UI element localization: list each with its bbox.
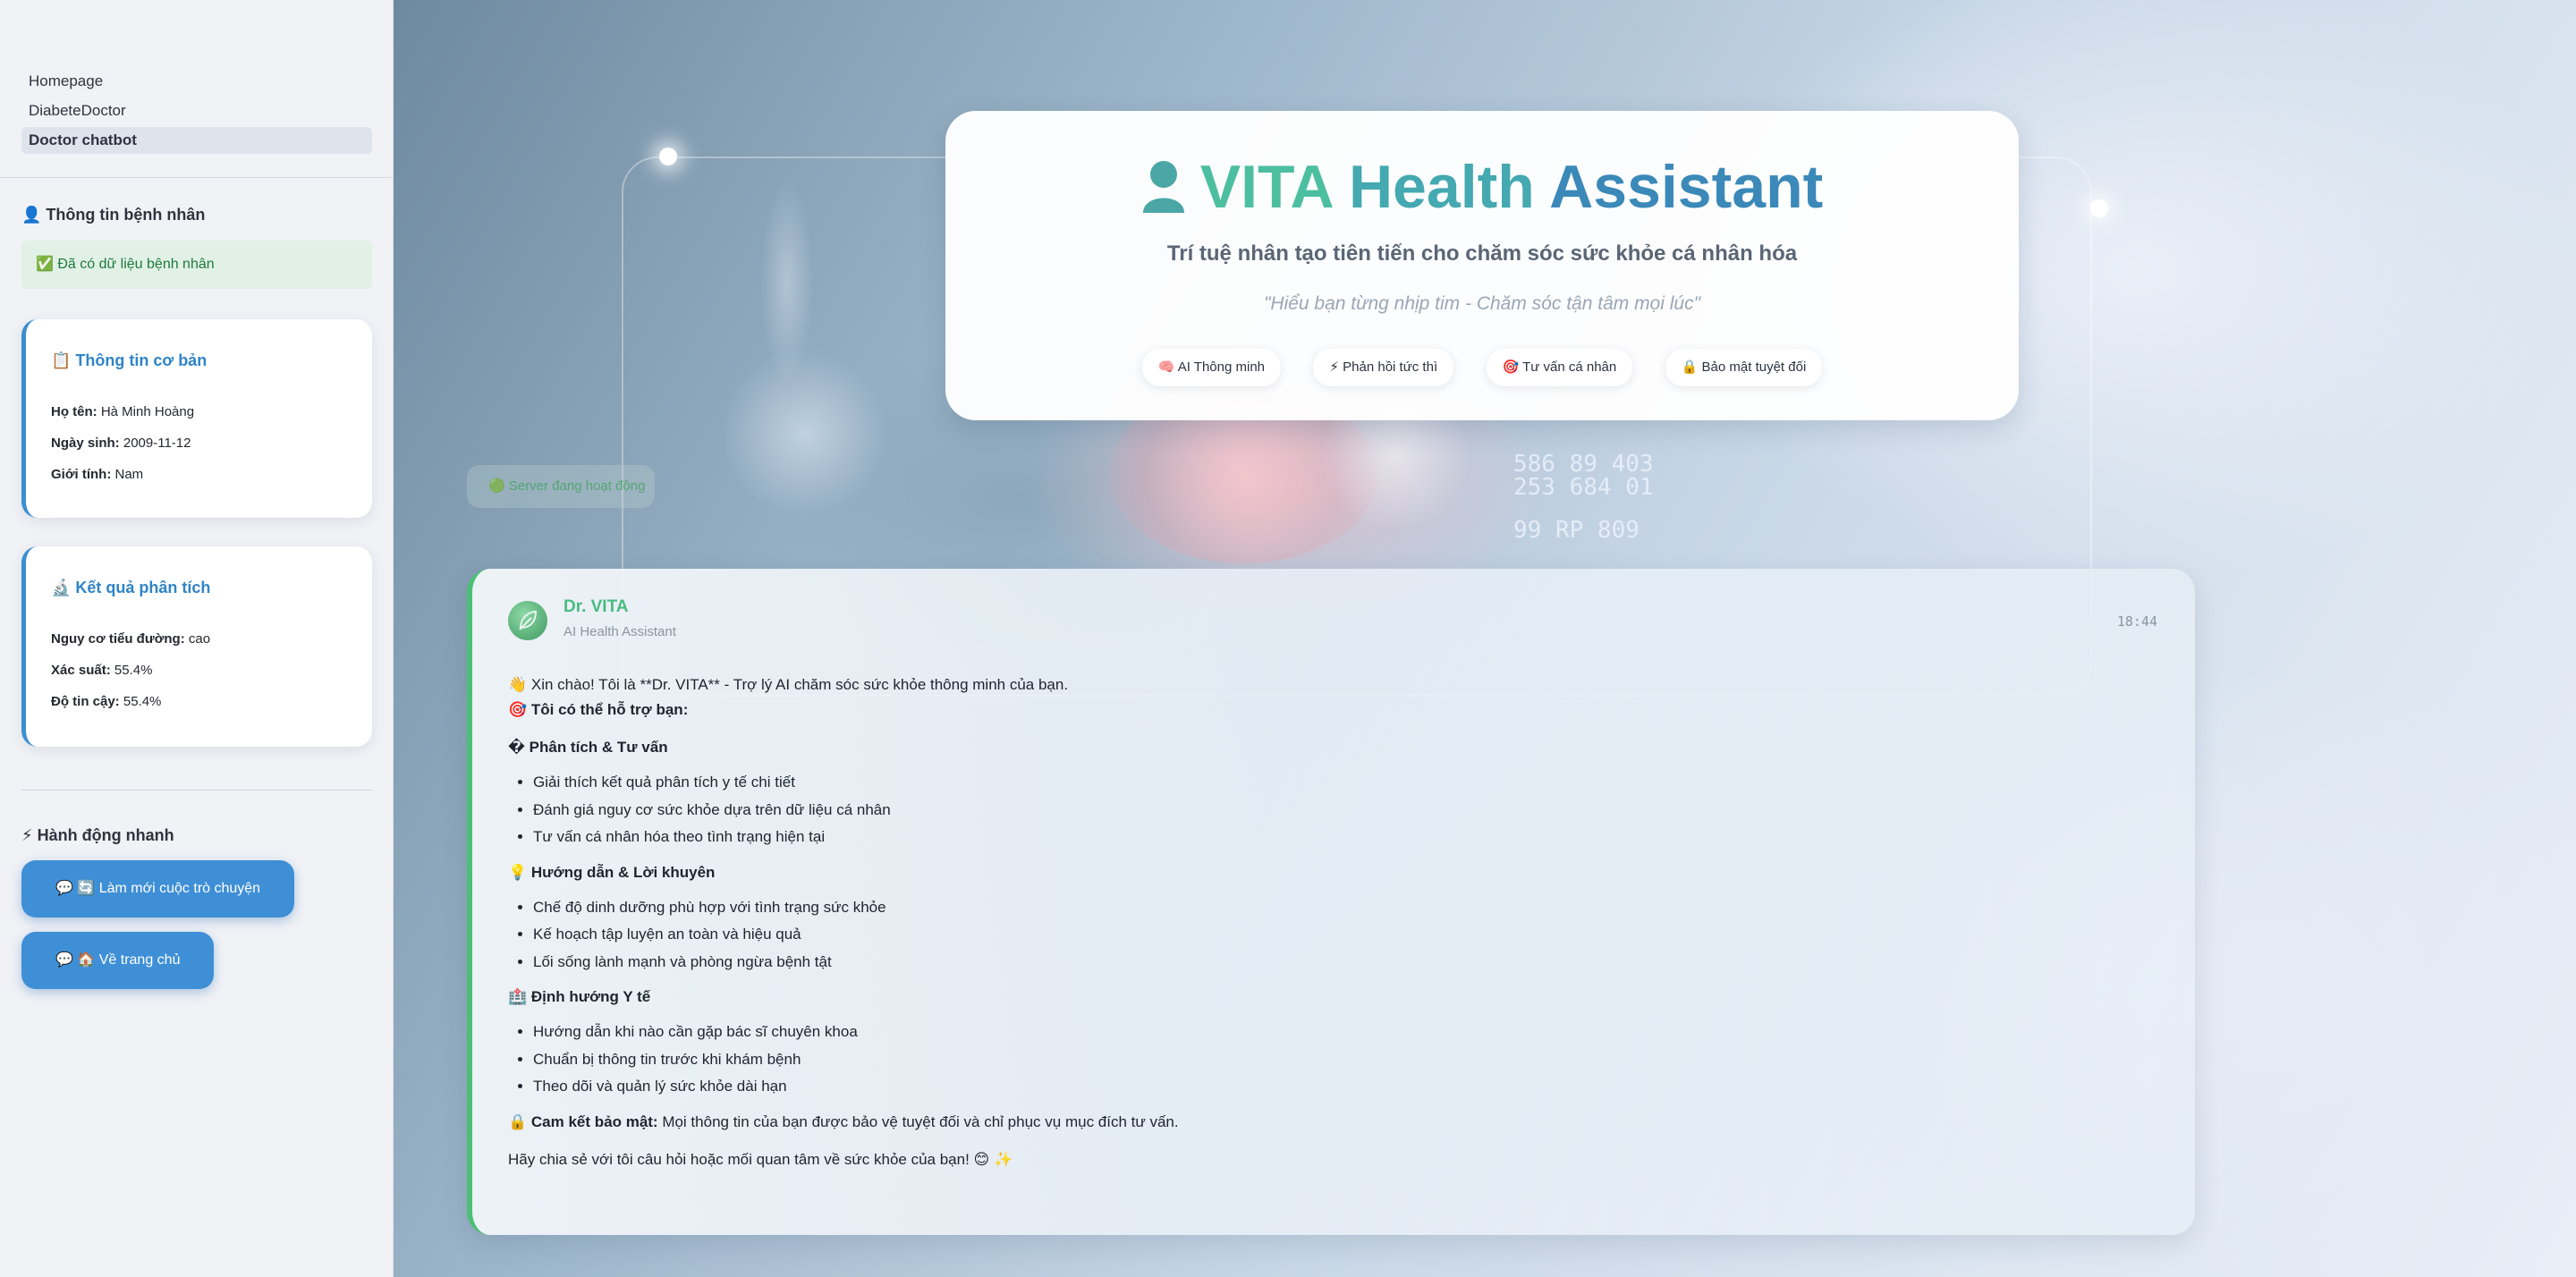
feature-chip-instant: ⚡ Phản hồi tức thì — [1313, 349, 1454, 386]
support-heading: 🎯 Tôi có thể hỗ trợ bạn: — [508, 701, 689, 718]
list-item: Đánh giá nguy cơ sức khỏe dựa trên dữ li… — [533, 797, 2118, 825]
hud-number: 99 RP 809 — [1513, 517, 1640, 544]
analysis-result-card: 🔬 Kết quả phân tích Nguy cơ tiểu đường: … — [21, 546, 372, 747]
commitment-text: Mọi thông tin của bạn được bảo vệ tuyệt … — [657, 1112, 1179, 1130]
app-slogan: "Hiểu bạn từng nhịp tim - Chăm sóc tận t… — [1263, 293, 1701, 314]
patient-info-heading: 👤 Thông tin bệnh nhân — [21, 206, 206, 224]
commitment-label: 🔒 Cam kết bảo mật: — [508, 1112, 658, 1130]
hud-number: 586 89 403 — [1513, 451, 1654, 478]
info-row-name: Họ tên: Hà Minh Hoàng — [51, 404, 372, 419]
info-label: Họ tên: — [51, 404, 97, 419]
result-value: cao — [188, 631, 211, 647]
hero-card: VITA Health Assistant Trí tuệ nhân tạo t… — [945, 111, 2019, 420]
leaf-icon — [519, 610, 538, 630]
list-item: Hướng dẫn khi nào cần gặp bác sĩ chuyên … — [533, 1019, 2118, 1046]
list-item: Chế độ dinh dưỡng phù hợp với tình trạng… — [533, 894, 2118, 922]
info-value: Hà Minh Hoàng — [100, 404, 195, 419]
message-timestamp: 18:44 — [2116, 613, 2157, 630]
section-list: Hướng dẫn khi nào cần gặp bác sĩ chuyên … — [508, 1019, 2118, 1101]
person-icon — [1141, 157, 1186, 227]
feature-chip-security: 🔒 Bảo mật tuyệt đối — [1665, 349, 1823, 386]
quick-actions-heading: ⚡ Hành động nhanh — [21, 826, 174, 844]
go-home-button[interactable]: 💬 🏠 Về trang chủ — [21, 932, 215, 989]
list-item: Theo dõi và quản lý sức khỏe dài hạn — [533, 1073, 2118, 1101]
title-word: Health — [1348, 153, 1535, 221]
nav-item-homepage[interactable]: Homepage — [21, 68, 372, 95]
list-item: Kế hoạch tập luyện an toàn và hiệu quả — [533, 921, 2118, 949]
info-value: Nam — [114, 467, 144, 482]
section-title: � Phân tích & Tư vấn — [508, 739, 668, 756]
result-value: 55.4% — [114, 663, 153, 678]
info-value: 2009-11-12 — [123, 436, 191, 451]
patient-status-alert: ✅ Đã có dữ liệu bệnh nhân — [21, 241, 372, 289]
server-status-indicator: 🟢 Server đang hoạt động — [467, 465, 655, 508]
list-item: Chuẩn bị thông tin trước khi khám bệnh — [533, 1046, 2118, 1074]
greeting-text: 👋 Xin chào! Tôi là **Dr. VITA** - Trợ lý… — [508, 676, 1069, 693]
bot-role: AI Health Assistant — [564, 624, 676, 639]
sidebar: Homepage DiabeteDoctor Doctor chatbot 👤 … — [0, 0, 394, 1277]
sidebar-divider — [21, 790, 372, 791]
app-subtitle: Trí tuệ nhân tạo tiên tiến cho chăm sóc … — [1166, 241, 1798, 266]
sidebar-nav: Homepage DiabeteDoctor Doctor chatbot — [21, 68, 372, 156]
section-title: 🏥 Định hướng Y tế — [508, 988, 651, 1005]
list-item: Tư vấn cá nhân hóa theo tình trạng hiện … — [533, 824, 2118, 851]
result-value: 55.4% — [123, 694, 162, 709]
analysis-result-title: 🔬 Kết quả phân tích — [51, 579, 211, 596]
info-row-gender: Giới tính: Nam — [51, 467, 372, 482]
bot-name: Dr. VITA — [564, 597, 629, 616]
skull-image — [724, 349, 886, 519]
info-label: Ngày sinh: — [51, 436, 120, 451]
message-body: 👋 Xin chào! Tôi là **Dr. VITA** - Trợ lý… — [508, 672, 2118, 1172]
hud-light-dot — [659, 148, 677, 165]
result-row-risk: Nguy cơ tiểu đường: cao — [51, 631, 372, 647]
section-title: 💡 Hướng dẫn & Lời khuyên — [508, 863, 716, 881]
basic-info-card: 📋 Thông tin cơ bản Họ tên: Hà Minh Hoàng… — [21, 319, 372, 518]
section-list: Giải thích kết quả phân tích y tế chi ti… — [508, 769, 2118, 851]
result-label: Xác suất: — [51, 663, 111, 678]
feature-chip-personal: 🎯 Tư vấn cá nhân — [1486, 349, 1633, 386]
refresh-chat-button[interactable]: 💬 🔄 Làm mới cuộc trò chuyện — [21, 860, 295, 918]
info-label: Giới tính: — [51, 467, 112, 482]
result-label: Nguy cơ tiểu đường: — [51, 631, 185, 647]
basic-info-title: 📋 Thông tin cơ bản — [51, 351, 208, 369]
title-word: VITA — [1199, 153, 1333, 221]
result-row-confidence: Độ tin cậy: 55.4% — [51, 694, 372, 709]
hud-light-dot — [2090, 199, 2108, 217]
nav-divider — [0, 177, 393, 178]
list-item: Lối sống lành mạnh và phòng ngừa bệnh tậ… — [533, 949, 2118, 977]
title-word: Assistant — [1549, 153, 1824, 221]
nav-item-diabetedoctor[interactable]: DiabeteDoctor — [21, 97, 372, 124]
feature-chips: 🧠 AI Thông minh ⚡ Phản hồi tức thì 🎯 Tư … — [945, 349, 2019, 386]
list-item: Giải thích kết quả phân tích y tế chi ti… — [533, 769, 2118, 797]
app-title: VITA Health Assistant — [945, 152, 2019, 227]
bot-avatar — [508, 601, 547, 640]
body-scan-image — [760, 179, 814, 385]
hud-number: 253 684 01 — [1513, 474, 1654, 501]
feature-chip-ai: 🧠 AI Thông minh — [1141, 349, 1282, 386]
info-row-dob: Ngày sinh: 2009-11-12 — [51, 436, 372, 451]
section-list: Chế độ dinh dưỡng phù hợp với tình trạng… — [508, 894, 2118, 977]
nav-item-doctor-chatbot[interactable]: Doctor chatbot — [21, 127, 372, 154]
result-label: Độ tin cậy: — [51, 694, 120, 709]
closing-text: Hãy chia sẻ với tôi câu hỏi hoặc mối qua… — [508, 1150, 1013, 1168]
result-row-probability: Xác suất: 55.4% — [51, 663, 372, 678]
security-commitment: 🔒 Cam kết bảo mật: Mọi thông tin của bạn… — [508, 1110, 2118, 1135]
chat-message-card: Dr. VITA AI Health Assistant 18:44 👋 Xin… — [467, 569, 2195, 1235]
